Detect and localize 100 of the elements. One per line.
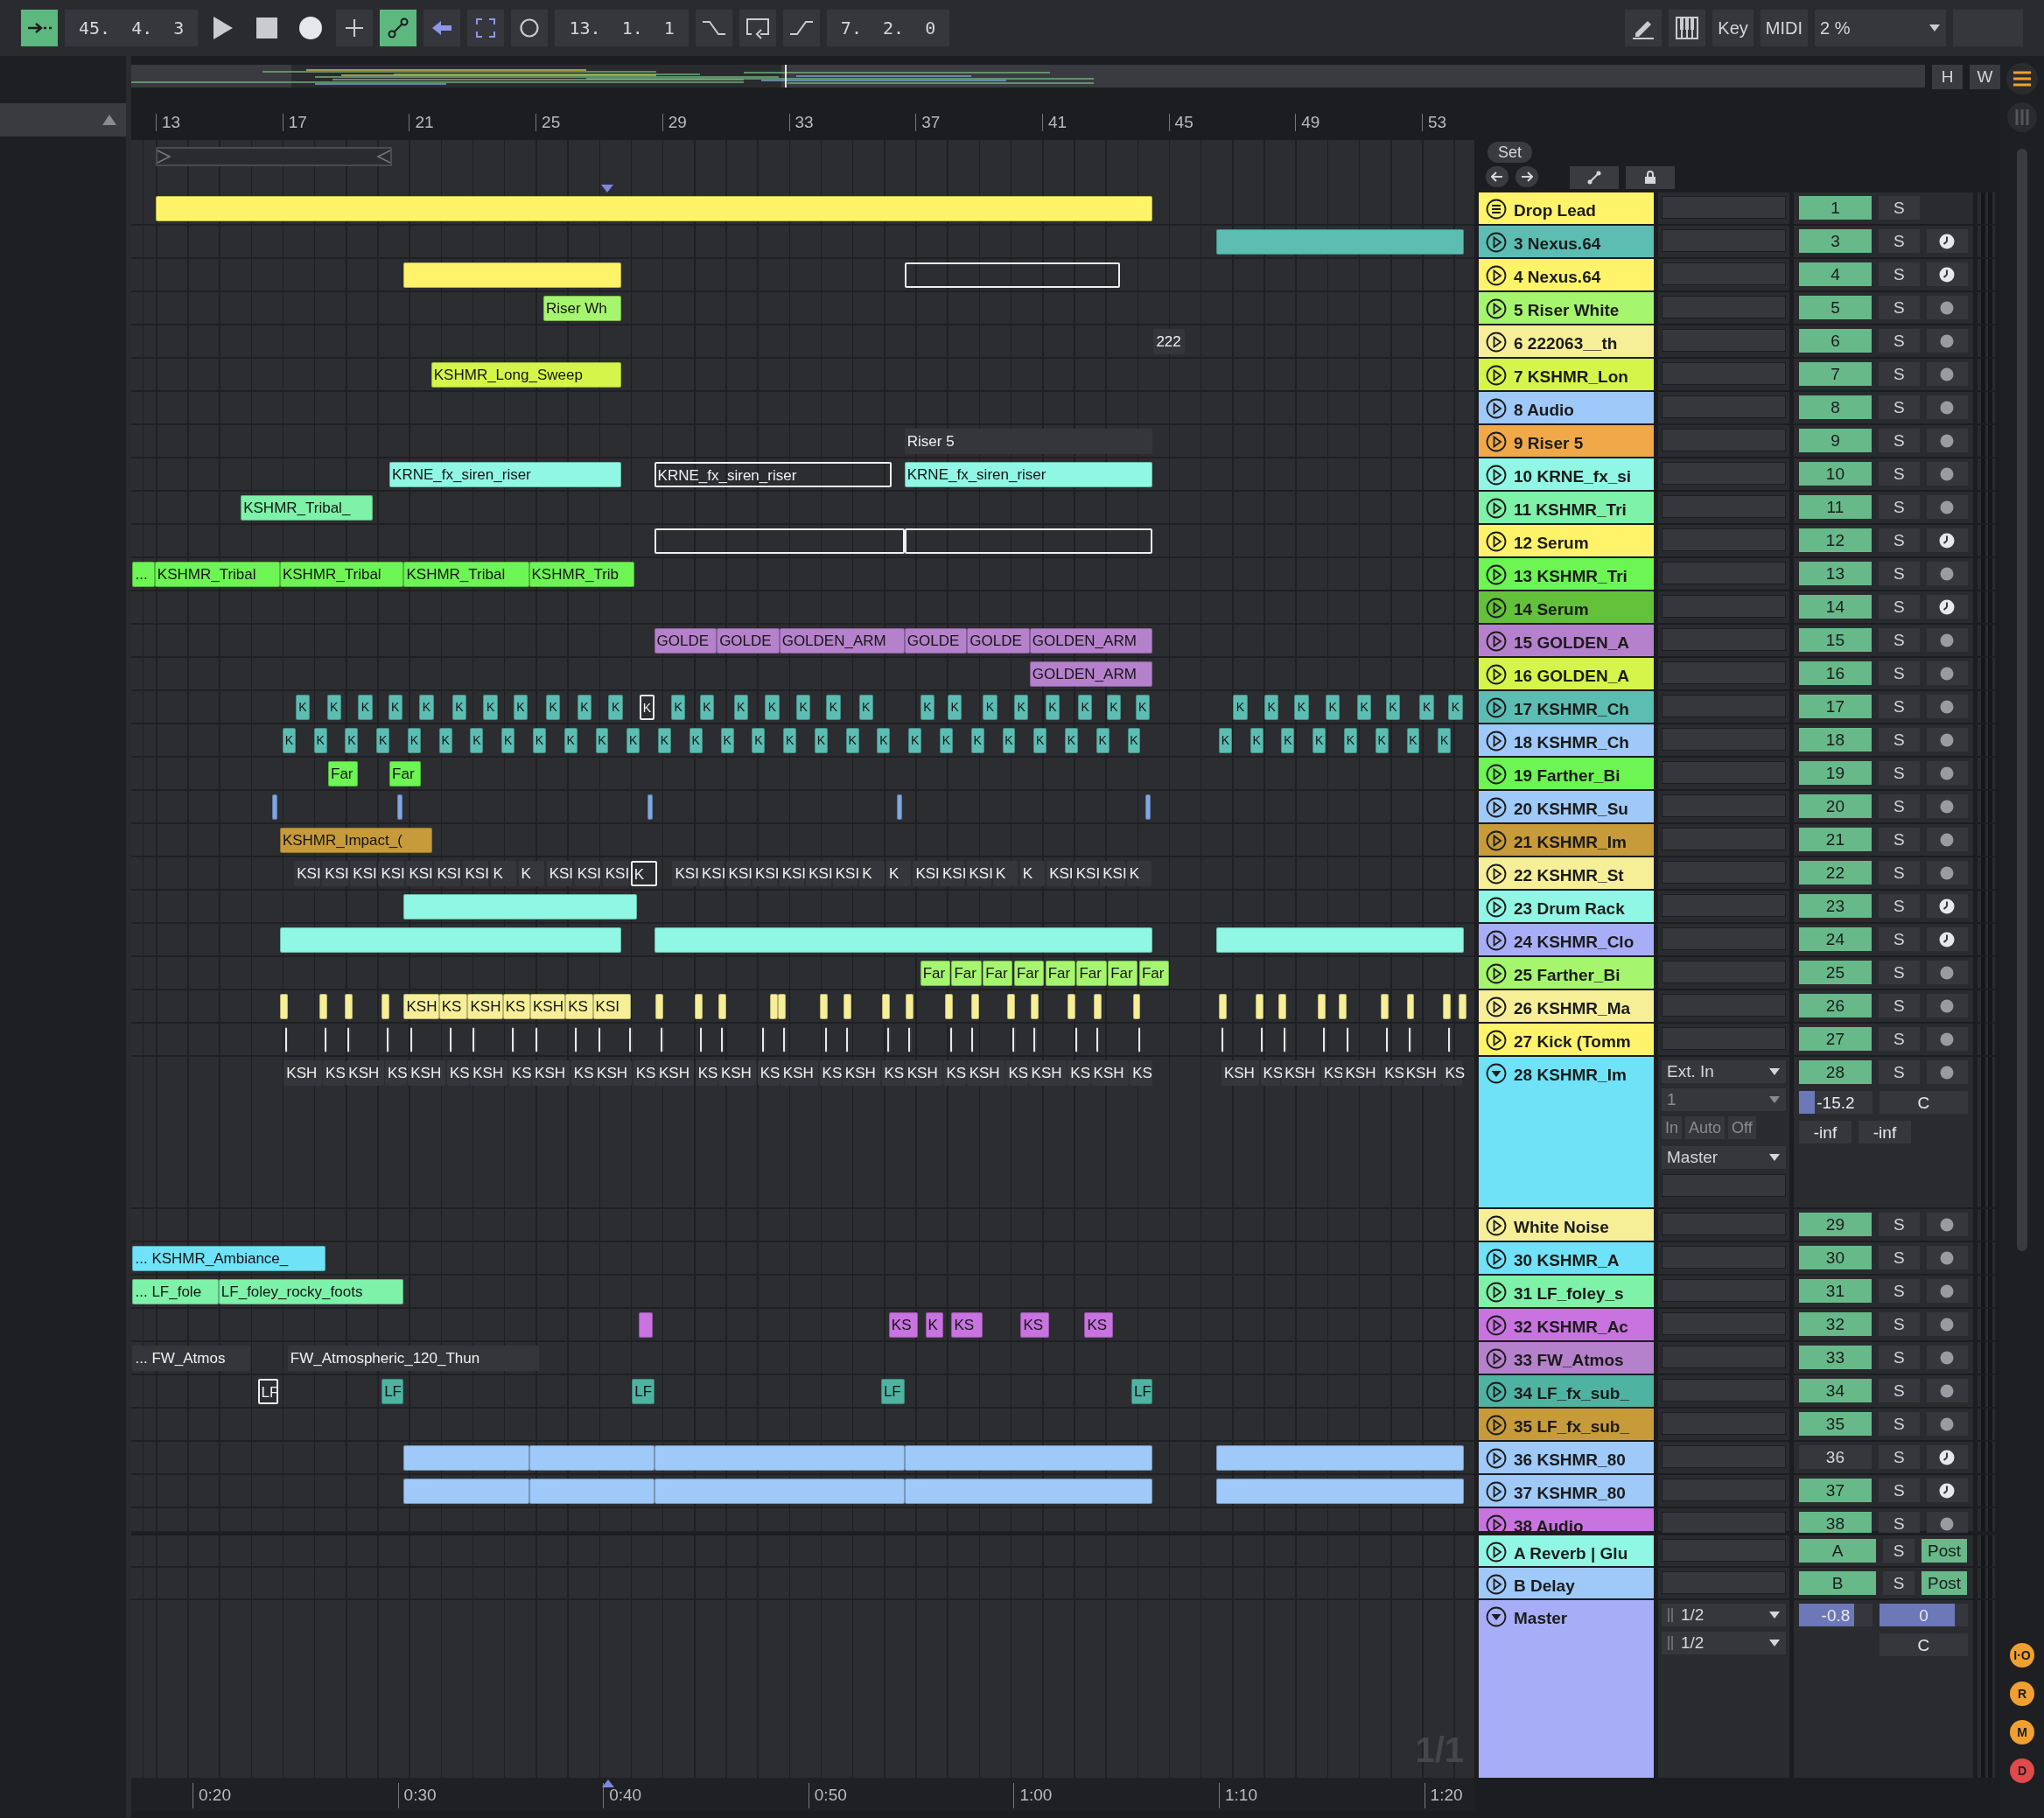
position-display[interactable]: 45. 4. 3 (65, 10, 199, 46)
clip[interactable] (528, 1479, 654, 1504)
clip[interactable]: K (1375, 728, 1389, 753)
clip-marker[interactable] (908, 1027, 913, 1052)
clip[interactable]: KSI (913, 861, 938, 886)
clip[interactable]: KS (446, 1060, 470, 1086)
clip-marker[interactable] (472, 1027, 477, 1052)
clip[interactable]: K (295, 695, 311, 720)
clip[interactable]: KSI (806, 861, 831, 886)
send-mode-button[interactable]: Post (1922, 1539, 1967, 1563)
clip[interactable]: K (689, 728, 703, 753)
clip[interactable]: K (630, 861, 657, 886)
clip-marker[interactable] (824, 1027, 830, 1052)
clip[interactable]: KSH (1221, 1060, 1260, 1086)
clip[interactable]: KSI (672, 861, 697, 886)
clip[interactable]: K (1019, 861, 1045, 886)
clip[interactable] (279, 994, 288, 1019)
clip[interactable]: KSI (322, 861, 349, 886)
toolbar-icon-button[interactable] (782, 10, 820, 46)
view-toggle-button[interactable]: D (2010, 1759, 2034, 1783)
track-header[interactable]: 23 Drum Rack (1479, 891, 1654, 922)
clip[interactable]: K (1448, 695, 1463, 720)
track-activator-button[interactable]: 33 (1799, 1346, 1872, 1369)
set-button[interactable]: Set (1488, 142, 1533, 163)
solo-button[interactable]: S (1878, 1512, 1920, 1533)
solo-button[interactable]: S (1878, 728, 1920, 752)
solo-button[interactable]: S (1878, 495, 1920, 519)
clip-marker[interactable] (699, 1027, 704, 1052)
arm-button[interactable] (1926, 1279, 1968, 1303)
clip[interactable] (648, 794, 654, 820)
clip[interactable]: KSI (966, 861, 991, 886)
clip[interactable]: GOLDE (654, 628, 718, 654)
track-header[interactable]: 37 KSHMR_80 (1479, 1475, 1654, 1507)
clip[interactable]: KS (323, 1060, 346, 1086)
clip[interactable]: K (993, 861, 1018, 886)
clip[interactable]: KS (1020, 1312, 1050, 1338)
arm-button[interactable] (1926, 595, 1968, 619)
clip[interactable]: KS (502, 994, 530, 1019)
clip[interactable]: Far (951, 961, 982, 986)
track-activator-button[interactable]: 23 (1799, 894, 1872, 918)
clip[interactable]: KSH (780, 1060, 819, 1086)
track-header[interactable]: 9 Riser 5 (1479, 425, 1654, 457)
solo-button[interactable]: S (1878, 828, 1920, 851)
track-header[interactable]: 4 Nexus.64 (1479, 259, 1654, 290)
clip[interactable]: K (483, 695, 498, 720)
arm-button[interactable] (1926, 429, 1968, 452)
toolbar-icon-button[interactable] (1625, 10, 1662, 46)
clip[interactable]: KSI (602, 861, 629, 886)
solo-button[interactable]: S (1878, 1412, 1920, 1436)
clip[interactable]: KS (881, 1060, 904, 1086)
clip[interactable]: GOLDE (967, 628, 1030, 654)
clip[interactable] (944, 994, 953, 1019)
clip[interactable]: K (1096, 728, 1110, 753)
track-activator-button[interactable]: B (1799, 1571, 1876, 1595)
track-header[interactable]: 32 KSHMR_Ac (1479, 1309, 1654, 1340)
clip[interactable]: KSH (1090, 1060, 1129, 1086)
clip[interactable]: K (345, 728, 359, 753)
arm-button[interactable] (1926, 1246, 1968, 1269)
arm-button[interactable] (1926, 961, 1968, 984)
track-activator-button[interactable]: 31 (1799, 1279, 1872, 1303)
clip[interactable]: KRNE_fx_siren_riser (654, 462, 892, 487)
menu-icon[interactable] (2006, 63, 2038, 94)
clip-marker[interactable] (949, 1027, 955, 1052)
clip[interactable]: K (282, 728, 296, 753)
clip[interactable]: K (733, 695, 748, 720)
track-activator-button[interactable]: 34 (1799, 1379, 1872, 1402)
clip[interactable] (1145, 794, 1152, 820)
clip[interactable]: KS (819, 1060, 842, 1086)
track-activator-button[interactable]: 13 (1799, 562, 1872, 585)
clip[interactable]: K (1126, 861, 1152, 886)
peak-level-field[interactable]: -inf (1799, 1121, 1852, 1143)
clip[interactable] (1318, 994, 1326, 1019)
clip-marker[interactable] (661, 1027, 665, 1052)
clip[interactable]: KSI (725, 861, 751, 886)
clip[interactable]: K (1077, 695, 1093, 720)
track-header[interactable]: 35 LF_fx_sub_ (1479, 1409, 1654, 1440)
clip[interactable]: KS (508, 1060, 532, 1086)
clip[interactable]: K (1264, 695, 1279, 720)
solo-button[interactable]: S (1878, 1379, 1920, 1402)
solo-button[interactable]: S (1878, 994, 1920, 1017)
toolbar-icon-button[interactable] (336, 10, 374, 46)
arm-button[interactable] (1926, 794, 1968, 818)
clip[interactable] (1215, 1445, 1465, 1471)
track-activator-button[interactable]: 14 (1799, 595, 1872, 619)
clip[interactable] (318, 994, 327, 1019)
clip[interactable]: GOLDEN_ARM (1029, 661, 1152, 687)
clip[interactable] (1132, 994, 1141, 1019)
solo-button[interactable]: S (1878, 961, 1920, 984)
solo-button[interactable]: S (1878, 861, 1920, 885)
clip[interactable]: K (658, 728, 671, 753)
clip[interactable]: KSI (832, 861, 858, 886)
monitor-button[interactable]: Auto (1685, 1116, 1726, 1139)
clip[interactable]: K (1343, 728, 1357, 753)
clip[interactable]: Far (983, 961, 1013, 986)
clip[interactable]: Riser 5 (904, 429, 1152, 454)
scrollbar[interactable] (2017, 149, 2027, 1251)
clip[interactable] (1459, 994, 1467, 1019)
clip-marker[interactable] (887, 1027, 892, 1052)
arm-button[interactable] (1926, 1479, 1968, 1502)
toolbar-icon-button[interactable] (380, 10, 417, 46)
